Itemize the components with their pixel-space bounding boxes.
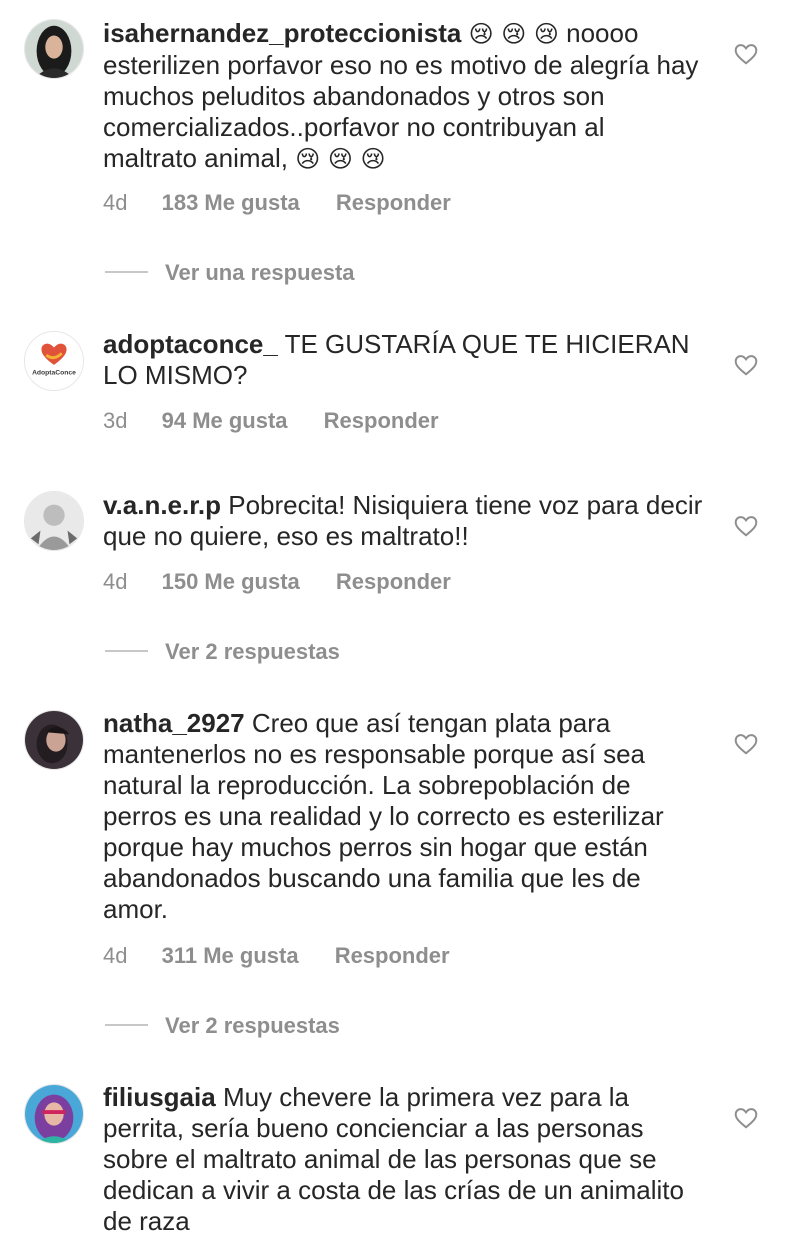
comment-meta: 4d 311 Me gusta Responder (103, 943, 450, 969)
comment-time: 4d (103, 190, 128, 215)
reply-button[interactable]: Responder (336, 190, 451, 216)
reply-button[interactable]: Responder (324, 408, 439, 434)
comment-likes[interactable]: 94 Me gusta (162, 408, 288, 434)
comment-meta: 4d 150 Me gusta Responder (103, 569, 451, 595)
comment-username[interactable]: adoptaconce_ (103, 329, 278, 359)
avatar[interactable] (24, 1084, 84, 1144)
comment-text: adoptaconce_ TE GUSTARÍA QUE TE HICIERAN… (103, 329, 703, 391)
avatar-image (25, 492, 83, 550)
heart-outline-icon[interactable] (733, 731, 759, 757)
comment-time: 3d (103, 408, 128, 433)
view-replies-button[interactable]: Ver 2 respuestas (105, 1013, 340, 1039)
comment-username[interactable]: filiusgaia (103, 1082, 216, 1112)
view-replies-button[interactable]: Ver 2 respuestas (105, 639, 340, 665)
comment-text: natha_2927 Creo que así tengan plata par… (103, 708, 703, 925)
comment-username[interactable]: natha_2927 (103, 708, 245, 738)
reply-button[interactable]: Responder (336, 569, 451, 595)
avatar[interactable]: AdoptaConce (24, 331, 84, 391)
reply-button[interactable]: Responder (335, 943, 450, 969)
comment-likes[interactable]: 150 Me gusta (162, 569, 300, 595)
heart-outline-icon[interactable] (733, 41, 759, 67)
comment-username[interactable]: v.a.n.e.r.p (103, 490, 221, 520)
divider-line (105, 1024, 148, 1027)
comment-meta: 4d 183 Me gusta Responder (103, 190, 451, 216)
avatar[interactable] (24, 710, 84, 770)
heart-outline-icon[interactable] (733, 352, 759, 378)
comment-time: 4d (103, 569, 128, 594)
avatar[interactable] (24, 19, 84, 79)
comment-body: Creo que así tengan plata para mantenerl… (103, 708, 664, 924)
avatar-image: AdoptaConce (25, 332, 83, 390)
avatar-image (25, 1085, 83, 1143)
comment-username[interactable]: isahernandez_proteccionista (103, 18, 461, 48)
crying-emoji: 😢 😢 😢 (468, 20, 559, 48)
comment-likes[interactable]: 311 Me gusta (162, 943, 299, 969)
view-replies-label: Ver una respuesta (165, 260, 355, 285)
avatar-image (25, 20, 83, 78)
comment-text: isahernandez_proteccionista 😢 😢 😢 noooo … (103, 18, 703, 175)
comment-likes[interactable]: 183 Me gusta (162, 190, 300, 216)
avatar-logo-text: AdoptaConce (32, 370, 76, 377)
avatar-image (25, 711, 83, 769)
view-replies-button[interactable]: Ver una respuesta (105, 260, 355, 286)
view-replies-label: Ver 2 respuestas (165, 1013, 340, 1038)
comment-text: filiusgaia Muy chevere la primera vez pa… (103, 1082, 703, 1237)
comment-meta: 3d 94 Me gusta Responder (103, 408, 439, 434)
view-replies-label: Ver 2 respuestas (165, 639, 340, 664)
comment-time: 4d (103, 943, 128, 968)
heart-outline-icon[interactable] (733, 513, 759, 539)
divider-line (105, 271, 148, 274)
heart-outline-icon[interactable] (733, 1105, 759, 1131)
comment-text: v.a.n.e.r.p Pobrecita! Nisiquiera tiene … (103, 490, 703, 552)
crying-emoji: 😢 😢 😢 (295, 145, 386, 173)
divider-line (105, 650, 148, 653)
avatar[interactable] (24, 491, 84, 551)
